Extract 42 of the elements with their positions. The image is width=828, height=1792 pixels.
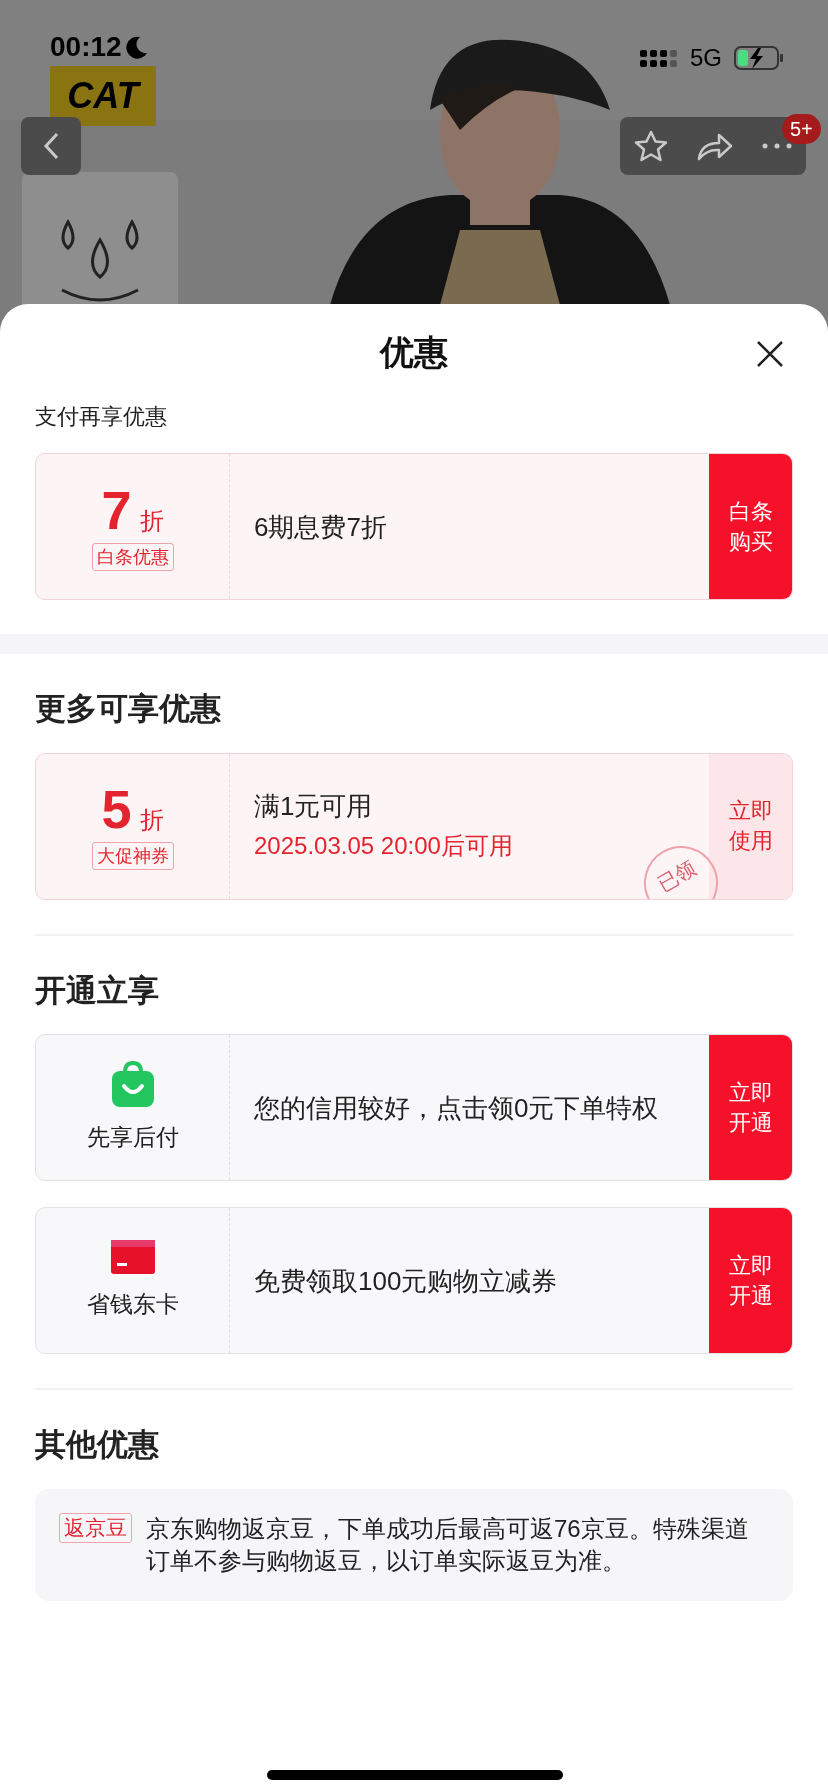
back-button[interactable] <box>21 117 81 175</box>
discount-unit: 折 <box>139 505 164 536</box>
action-button[interactable]: 立即使用 <box>709 753 792 899</box>
coupon-text: 6期息费7折 <box>254 510 388 544</box>
close-button[interactable] <box>756 340 784 368</box>
section-title: 开通立享 <box>35 972 159 1008</box>
note-text: 京东购物返京豆，下单成功后最高可返76京豆。特殊渠道订单不参与购物返豆，以订单实际返豆为准。 <box>146 1513 750 1576</box>
service-label: 省钱东卡 <box>86 1290 179 1320</box>
brand-logo: CAT <box>50 66 156 126</box>
share-button[interactable] <box>697 131 733 161</box>
close-icon <box>757 341 783 367</box>
star-icon <box>634 130 669 162</box>
section-title: 其他优惠 <box>35 1427 159 1462</box>
signal-icon <box>640 47 678 69</box>
back-icon <box>43 132 59 160</box>
action-button[interactable]: 白条购买 <box>709 454 792 599</box>
section-title: 支付再享优惠 <box>35 404 167 429</box>
discount-value: 5 <box>101 782 132 836</box>
section-title: 更多可享优惠 <box>35 691 221 726</box>
action-button[interactable]: 立即开通 <box>709 1208 792 1353</box>
moon-icon <box>125 35 148 59</box>
coupon-text: 您的信用较好，点击领0元下单特权 <box>254 1091 659 1125</box>
share-icon <box>697 131 733 161</box>
credit-card-icon <box>109 1239 156 1276</box>
coupon-validity: 2025.03.05 20:00后可用 <box>254 831 514 861</box>
status-time: 00:12 <box>50 30 122 64</box>
sheet-title: 优惠 <box>380 331 448 373</box>
shopping-bag-icon <box>109 1060 156 1109</box>
more-button[interactable] <box>761 143 792 149</box>
more-icon <box>761 143 792 149</box>
favorite-button[interactable] <box>634 130 669 162</box>
coupon-tag: 大促神券 <box>91 842 174 870</box>
network-type: 5G <box>690 43 722 73</box>
discount-unit: 折 <box>139 805 164 835</box>
coupon-tag: 白条优惠 <box>91 542 174 571</box>
note-tag: 返京豆 <box>59 1512 132 1543</box>
coupon-text: 满1元可用 <box>254 790 374 823</box>
action-button[interactable]: 立即开通 <box>709 1035 792 1180</box>
battery-icon <box>734 45 784 71</box>
coupon-text: 免费领取100元购物立减券 <box>254 1264 559 1298</box>
service-label: 先享后付 <box>86 1123 179 1153</box>
discount-value: 7 <box>101 482 132 537</box>
